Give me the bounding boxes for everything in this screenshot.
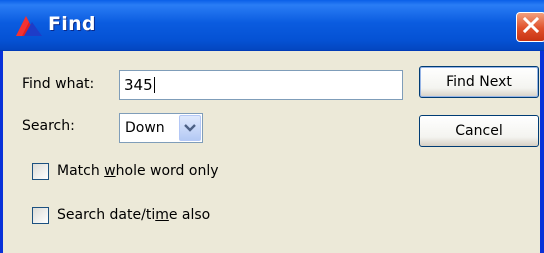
search-direction-value: Down xyxy=(125,120,165,136)
title-bar[interactable]: Find xyxy=(0,0,544,51)
find-what-label: Find what: xyxy=(22,76,95,92)
search-direction-select[interactable]: Down xyxy=(119,113,203,143)
search-label: Search: xyxy=(22,118,75,134)
text-caret xyxy=(153,77,155,93)
search-datetime-checkbox[interactable] xyxy=(32,207,49,224)
find-next-button[interactable]: Find Next xyxy=(419,66,539,98)
dropdown-button[interactable] xyxy=(179,115,201,141)
window-title: Find xyxy=(48,13,96,35)
close-button[interactable] xyxy=(516,12,544,42)
match-whole-word-label: Match whole word only xyxy=(57,163,219,179)
close-icon xyxy=(522,16,540,38)
chevron-down-icon xyxy=(184,120,196,136)
app-logo-icon xyxy=(14,14,44,38)
search-datetime-label: Search date/time also xyxy=(57,207,211,223)
find-what-value: 345 xyxy=(124,76,153,94)
match-whole-word-checkbox[interactable] xyxy=(32,163,49,180)
find-what-input[interactable]: 345 xyxy=(119,70,403,100)
cancel-button[interactable]: Cancel xyxy=(419,115,539,147)
